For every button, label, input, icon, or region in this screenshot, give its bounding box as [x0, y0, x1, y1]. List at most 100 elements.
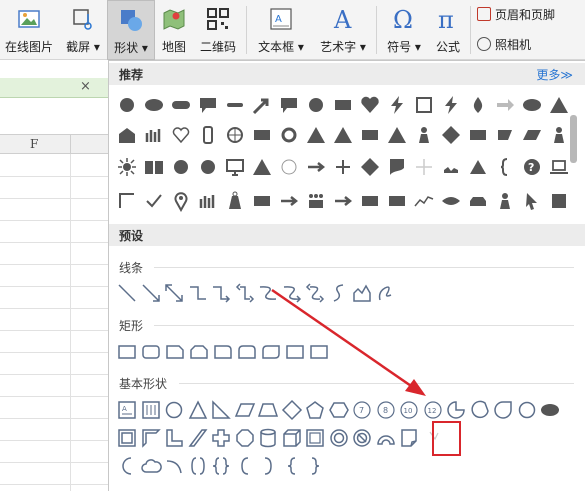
shape-bars-icon[interactable]: [143, 124, 165, 146]
shape-donut-o-icon[interactable]: [328, 427, 350, 449]
shape-arc-o-icon[interactable]: [375, 427, 397, 449]
shape-tri-icon[interactable]: [305, 124, 327, 146]
shape-pointer-icon[interactable]: [521, 190, 543, 212]
shape-lbrc-o-icon[interactable]: [281, 455, 303, 477]
symbol-button[interactable]: Ω 符号 ▾: [380, 0, 428, 60]
shape-circ-o-icon[interactable]: [278, 156, 300, 178]
formula-button[interactable]: π 公式: [430, 0, 466, 60]
shape-curve-a-a-icon[interactable]: [304, 282, 326, 304]
shape-cloud-s-icon[interactable]: [440, 156, 462, 178]
shape-people-icon[interactable]: [305, 190, 327, 212]
shape-r-o-icon[interactable]: [284, 341, 306, 363]
shape-oval-o-icon[interactable]: [516, 399, 538, 421]
online-picture-button[interactable]: 在线图片: [0, 0, 58, 60]
shape-pin-icon[interactable]: [170, 190, 192, 212]
shape-circle-icon[interactable]: [305, 94, 327, 116]
panel-scrollbar[interactable]: [570, 115, 577, 163]
shape-tri-icon[interactable]: [548, 94, 570, 116]
shape-brk-p-o-icon[interactable]: [187, 455, 209, 477]
shape-book-icon[interactable]: [143, 156, 165, 178]
shape-hbar-icon[interactable]: [224, 94, 246, 116]
shape-rbrc-o-icon[interactable]: [304, 455, 326, 477]
shape-r-o-icon[interactable]: [116, 341, 138, 363]
shape-freeform-icon[interactable]: [351, 282, 373, 304]
camera-button[interactable]: 照相机: [477, 36, 531, 56]
shape-square-icon[interactable]: [548, 190, 570, 212]
shape-rarrow-icon[interactable]: [494, 94, 516, 116]
shape-scurve-icon[interactable]: [328, 282, 350, 304]
shape-cloud-o-icon[interactable]: [140, 455, 162, 477]
shape-line-a-a-icon[interactable]: [163, 282, 185, 304]
textbox-button[interactable]: A 文本框 ▾: [250, 0, 312, 60]
shape-arrow-r-icon[interactable]: [305, 156, 327, 178]
shape-rtri-o-icon[interactable]: [210, 399, 232, 421]
shape-bolt-icon[interactable]: [386, 94, 408, 116]
shape-can-o-icon[interactable]: [257, 427, 279, 449]
shape-curve-a-icon[interactable]: [281, 282, 303, 304]
shape-plus-l-icon[interactable]: [413, 156, 435, 178]
shape-arc-l-o-icon[interactable]: [163, 455, 185, 477]
shape-half-fr-o-icon[interactable]: [140, 427, 162, 449]
shape-rect-icon[interactable]: [359, 124, 381, 146]
shape-car-icon[interactable]: [467, 190, 489, 212]
shape-flag-icon[interactable]: [386, 156, 408, 178]
shape-bolt-icon[interactable]: [440, 94, 462, 116]
shape-monitor-icon[interactable]: [224, 156, 246, 178]
shape-rect-icon[interactable]: [332, 94, 354, 116]
shape-rect-icon[interactable]: [251, 124, 273, 146]
shape-circle-icon[interactable]: [116, 94, 138, 116]
shape-dia-o-icon[interactable]: [281, 399, 303, 421]
shape-tear-o-icon[interactable]: [492, 399, 514, 421]
shape-pie-o-icon[interactable]: [445, 399, 467, 421]
shape-check-icon[interactable]: [143, 190, 165, 212]
shape-rect-icon[interactable]: [386, 190, 408, 212]
shape-arrow-d-icon[interactable]: [251, 94, 273, 116]
shape-para-icon[interactable]: [521, 124, 543, 146]
shape-phone-icon[interactable]: [197, 124, 219, 146]
shape-oct-o-icon[interactable]: [234, 427, 256, 449]
shape-n10-icon[interactable]: 10: [398, 399, 420, 421]
shape-tri-icon[interactable]: [332, 124, 354, 146]
shape-ring-icon[interactable]: [278, 124, 300, 146]
wordart-button[interactable]: A 艺术字 ▾: [313, 0, 373, 60]
qrcode-button[interactable]: 二维码: [193, 0, 243, 60]
map-button[interactable]: 地图: [157, 0, 191, 60]
shape-fold-o-icon[interactable]: [398, 427, 420, 449]
shape-cross-o-icon[interactable]: [210, 427, 232, 449]
shape-wedge-icon[interactable]: [494, 124, 516, 146]
shape-elbow-a-a-icon[interactable]: [234, 282, 256, 304]
shape-vtext-o-icon[interactable]: [140, 399, 162, 421]
shape-brc-p-o-icon[interactable]: [210, 455, 232, 477]
shape-callout-icon[interactable]: [197, 94, 219, 116]
shape-trap-o-icon[interactable]: [257, 399, 279, 421]
shape-elbow-icon[interactable]: [187, 282, 209, 304]
shape-diag-r-o-icon[interactable]: [260, 341, 282, 363]
shape-frame-o-icon[interactable]: [116, 427, 138, 449]
shape-moon-o-icon[interactable]: [116, 455, 138, 477]
shape-rect-icon[interactable]: [467, 124, 489, 146]
header-footer-button[interactable]: 页眉和页脚: [477, 6, 555, 26]
shape-sun-icon[interactable]: [116, 156, 138, 178]
workbook-tab[interactable]: ×: [0, 78, 108, 98]
shape-zigzag-icon[interactable]: [413, 190, 435, 212]
shape-bevel-o-icon[interactable]: [304, 427, 326, 449]
shape-pent-o-icon[interactable]: [304, 399, 326, 421]
shape-eye-icon[interactable]: [440, 190, 462, 212]
shape-rsnip-o-icon[interactable]: [212, 341, 234, 363]
shape-tri2-icon[interactable]: [467, 156, 489, 178]
shape-sqo-icon[interactable]: [413, 94, 435, 116]
shape-plus-icon[interactable]: [332, 156, 354, 178]
shape-oval-icon[interactable]: [521, 94, 543, 116]
shape-corner-icon[interactable]: [116, 190, 138, 212]
shape-drop-icon[interactable]: [467, 94, 489, 116]
shape-lbrk-o-icon[interactable]: [234, 455, 256, 477]
close-tab-button[interactable]: ×: [80, 79, 91, 94]
shape-bag-icon[interactable]: [224, 190, 246, 212]
shape-slash-o-icon[interactable]: [187, 427, 209, 449]
shape-scribble-icon[interactable]: [375, 282, 397, 304]
shape-arrow-r-icon[interactable]: [332, 190, 354, 212]
shape-person-icon[interactable]: [548, 124, 570, 146]
shape-n12-icon[interactable]: 12: [422, 399, 444, 421]
shape-para-o-icon[interactable]: [234, 399, 256, 421]
column-header-f[interactable]: F: [30, 137, 38, 151]
